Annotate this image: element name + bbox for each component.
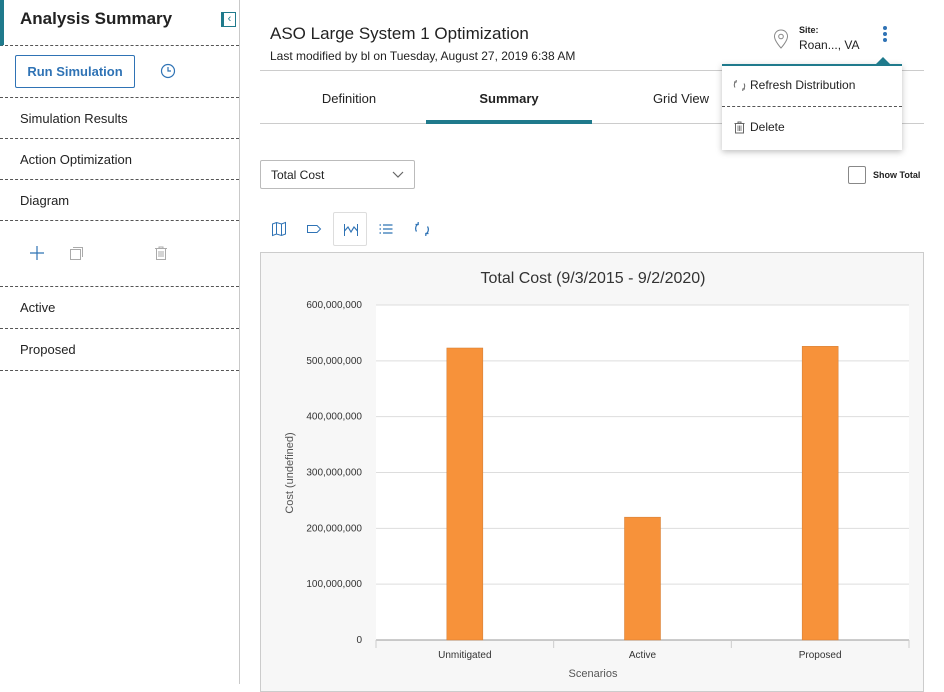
- site-label: Site:: [799, 25, 819, 35]
- last-modified-text: Last modified by bl on Tuesday, August 2…: [270, 49, 576, 63]
- x-tick-label: Active: [629, 650, 657, 661]
- copy-icon[interactable]: [68, 245, 84, 261]
- x-tick-label: Proposed: [799, 650, 842, 661]
- list-icon: [379, 224, 393, 234]
- location-pin-icon: [773, 29, 789, 49]
- run-simulation-button[interactable]: Run Simulation: [15, 55, 135, 88]
- more-options-icon[interactable]: [878, 26, 892, 46]
- y-tick-label: 500,000,000: [306, 356, 362, 367]
- delete-scenario-icon[interactable]: [153, 245, 169, 261]
- site-value[interactable]: Roan..., VA: [799, 38, 859, 52]
- y-axis-label: Cost (undefined): [284, 432, 296, 513]
- menu-item-label: Refresh Distribution: [750, 78, 856, 92]
- y-tick-label: 200,000,000: [306, 523, 362, 534]
- metric-select[interactable]: Total Cost: [260, 160, 415, 189]
- scenario-item-proposed[interactable]: Proposed: [0, 328, 239, 369]
- refresh-icon: [415, 222, 429, 236]
- delete-menu-item[interactable]: Delete: [722, 108, 902, 148]
- refresh-chart-button[interactable]: [405, 212, 439, 246]
- history-icon[interactable]: [160, 63, 176, 79]
- bar-unmitigated[interactable]: [446, 347, 484, 641]
- tag-icon: [307, 225, 322, 233]
- sidebar-item-label: Simulation Results: [20, 111, 128, 126]
- sidebar-item-simulation-results[interactable]: Simulation Results: [0, 97, 239, 138]
- sidebar-header: Analysis Summary ‹: [0, 0, 239, 46]
- tab-summary[interactable]: Summary: [426, 71, 592, 124]
- y-tick-label: 100,000,000: [306, 579, 362, 590]
- map-icon: [272, 221, 286, 237]
- collapse-sidebar-icon[interactable]: ‹: [221, 12, 236, 27]
- bar-chart: Total Cost (9/3/2015 - 9/2/2020) 0 100,00…: [284, 270, 910, 680]
- sidebar-item-diagram[interactable]: Diagram: [0, 179, 239, 220]
- menu-item-label: Delete: [750, 120, 785, 134]
- chart-view-button[interactable]: [333, 212, 367, 246]
- sidebar-item-action-optimization[interactable]: Action Optimization: [0, 138, 239, 179]
- scenario-toolbar: [0, 220, 239, 286]
- scenario-item-label: Active: [20, 300, 56, 315]
- scenario-item-active[interactable]: Active: [0, 286, 239, 327]
- refresh-icon: [733, 80, 746, 91]
- sidebar-item-label: Diagram: [20, 193, 70, 208]
- add-icon[interactable]: [29, 245, 45, 261]
- sidebar-item-label: Action Optimization: [20, 152, 132, 167]
- label-view-button[interactable]: [297, 212, 331, 246]
- tab-definition[interactable]: Definition: [266, 71, 432, 124]
- trash-icon: [734, 121, 745, 134]
- scenario-item-label: Proposed: [20, 342, 76, 357]
- refresh-distribution-menu-item[interactable]: Refresh Distribution: [722, 66, 902, 106]
- y-tick-label: 0: [356, 635, 362, 646]
- metric-select-value: Total Cost: [271, 168, 325, 182]
- sidebar: Analysis Summary ‹ Run Simulation Simula…: [0, 0, 240, 684]
- chevron-down-icon: [392, 171, 404, 178]
- x-axis-label: Scenarios: [569, 668, 618, 680]
- chart-container: Total Cost (9/3/2015 - 9/2/2020) 0 100,00…: [260, 252, 924, 692]
- bar-proposed[interactable]: [801, 346, 839, 641]
- x-tick-label: Unmitigated: [438, 650, 491, 661]
- show-total-label: Show Total: [873, 170, 921, 180]
- y-tick-label: 600,000,000: [306, 300, 362, 311]
- y-tick-label: 400,000,000: [306, 412, 362, 423]
- chart-title: Total Cost (9/3/2015 - 9/2/2020): [480, 270, 705, 287]
- divider: [0, 370, 239, 371]
- map-view-button[interactable]: [262, 212, 296, 246]
- sidebar-title: Analysis Summary: [20, 9, 173, 28]
- bar-active[interactable]: [624, 516, 661, 641]
- chart-icon: [344, 224, 358, 236]
- page-title: ASO Large System 1 Optimization: [270, 24, 529, 43]
- y-tick-label: 300,000,000: [306, 468, 362, 479]
- options-menu: Refresh Distribution Delete: [722, 57, 902, 150]
- menu-divider: [722, 106, 902, 107]
- list-view-button[interactable]: [369, 212, 403, 246]
- show-total-checkbox[interactable]: [848, 166, 866, 184]
